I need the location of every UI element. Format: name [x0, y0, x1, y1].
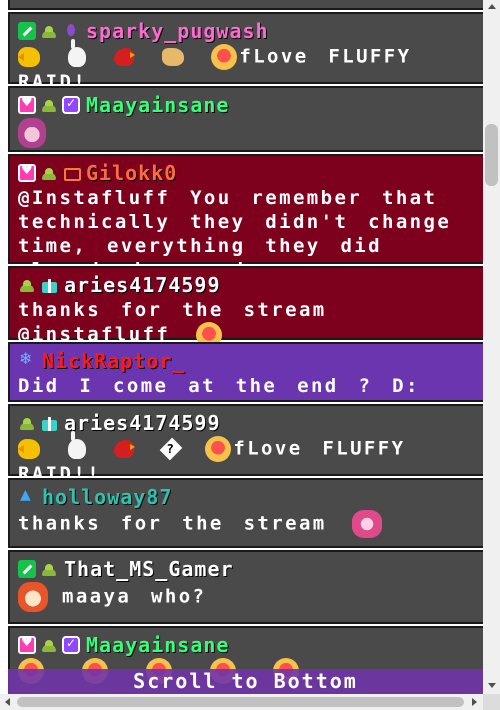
chat-message-partial — [8, 0, 483, 10]
scroll-down-arrow-icon[interactable] — [488, 683, 496, 688]
bird-emote-icon — [113, 440, 135, 458]
username[interactable]: aries4174599 — [64, 411, 221, 435]
poo-badge-icon — [40, 636, 58, 654]
scrollbar-corner — [483, 694, 500, 710]
chat-log: sparky_pugwash fLove FLUFFY RAID! Maayai… — [0, 0, 483, 694]
username[interactable]: That_MS_Gamer — [64, 557, 234, 581]
chat-message: That_MS_Gamer maaya who? — [8, 550, 483, 624]
scroll-left-arrow-icon[interactable] — [5, 698, 10, 706]
horizontal-scrollbar[interactable] — [0, 694, 483, 710]
username[interactable]: Maayainsane — [86, 93, 229, 117]
bunny-emote-icon — [67, 39, 86, 67]
girl-emote-icon — [18, 118, 46, 148]
message-text: thanks for the stream @instafluff — [18, 299, 327, 346]
poo-badge-icon — [40, 96, 58, 114]
face-emote-icon — [18, 582, 48, 612]
pink-emote-icon — [352, 510, 383, 538]
username[interactable]: sparky_pugwash — [86, 19, 269, 43]
dog-emote-icon — [161, 48, 184, 66]
username[interactable]: Maayainsane — [86, 633, 229, 657]
sub-badge-icon — [62, 164, 81, 182]
chick-emote-icon — [18, 47, 40, 67]
chat-message-highlighted: aries4174599 thanks for the stream @inst… — [8, 266, 483, 348]
scroll-to-bottom-button[interactable]: Scroll to Bottom — [8, 669, 483, 694]
fluff-emote-icon — [205, 436, 232, 462]
poo-badge-icon — [40, 164, 58, 182]
scroll-right-arrow-icon[interactable] — [472, 698, 477, 706]
gift-badge-icon — [40, 276, 58, 294]
chat-message: aries4174599 ? fLove FLUFFY RAID!! — [8, 404, 483, 485]
poo-badge-icon — [40, 560, 58, 578]
moderator-icon — [18, 22, 36, 40]
chat-message: sparky_pugwash fLove FLUFFY RAID! — [8, 12, 483, 93]
bird-emote-icon — [113, 48, 135, 66]
message-text: Did I come at the end ? D: — [18, 375, 420, 397]
snowflake-badge-icon — [18, 349, 36, 370]
scroll-up-arrow-icon[interactable] — [488, 4, 496, 9]
username[interactable]: NickRaptor_ — [42, 349, 185, 373]
moderator-icon — [18, 560, 36, 578]
poo-badge-icon — [18, 276, 36, 294]
bunny-emote-icon — [67, 431, 86, 459]
horizontal-scrollbar-thumb[interactable] — [17, 697, 464, 707]
username[interactable]: aries4174599 — [64, 273, 221, 297]
chat-message-highlighted: NickRaptor_ Did I come at the end ? D: — [8, 342, 483, 402]
username[interactable]: Gilokk0 — [86, 161, 177, 185]
vertical-scrollbar[interactable] — [483, 0, 500, 694]
heart-badge-icon — [18, 95, 36, 114]
chat-message: Maayainsane — [8, 86, 483, 152]
prime-badge-icon — [62, 636, 80, 654]
poo-badge-icon — [18, 414, 36, 432]
bits-badge-icon — [18, 487, 36, 506]
heart-badge-icon — [18, 635, 36, 654]
gift-badge-icon — [40, 414, 58, 432]
message-text: thanks for the stream — [18, 512, 327, 535]
username[interactable]: holloway87 — [42, 485, 172, 509]
fluff-emote-icon — [211, 44, 238, 70]
chat-message: holloway87 thanks for the stream — [8, 478, 483, 548]
poo-badge-icon — [40, 22, 58, 40]
heart-badge-icon — [18, 163, 36, 182]
chick-emote-icon — [18, 439, 40, 459]
prime-badge-icon — [62, 96, 80, 114]
drop-badge-icon — [62, 22, 80, 40]
chat-message-highlighted: Gilokk0 @Instafluff You remember that te… — [8, 154, 483, 281]
unknown-glyph-icon: ? — [159, 437, 182, 461]
message-text: maaya who? — [62, 585, 207, 608]
vertical-scrollbar-thumb[interactable] — [485, 124, 498, 186]
